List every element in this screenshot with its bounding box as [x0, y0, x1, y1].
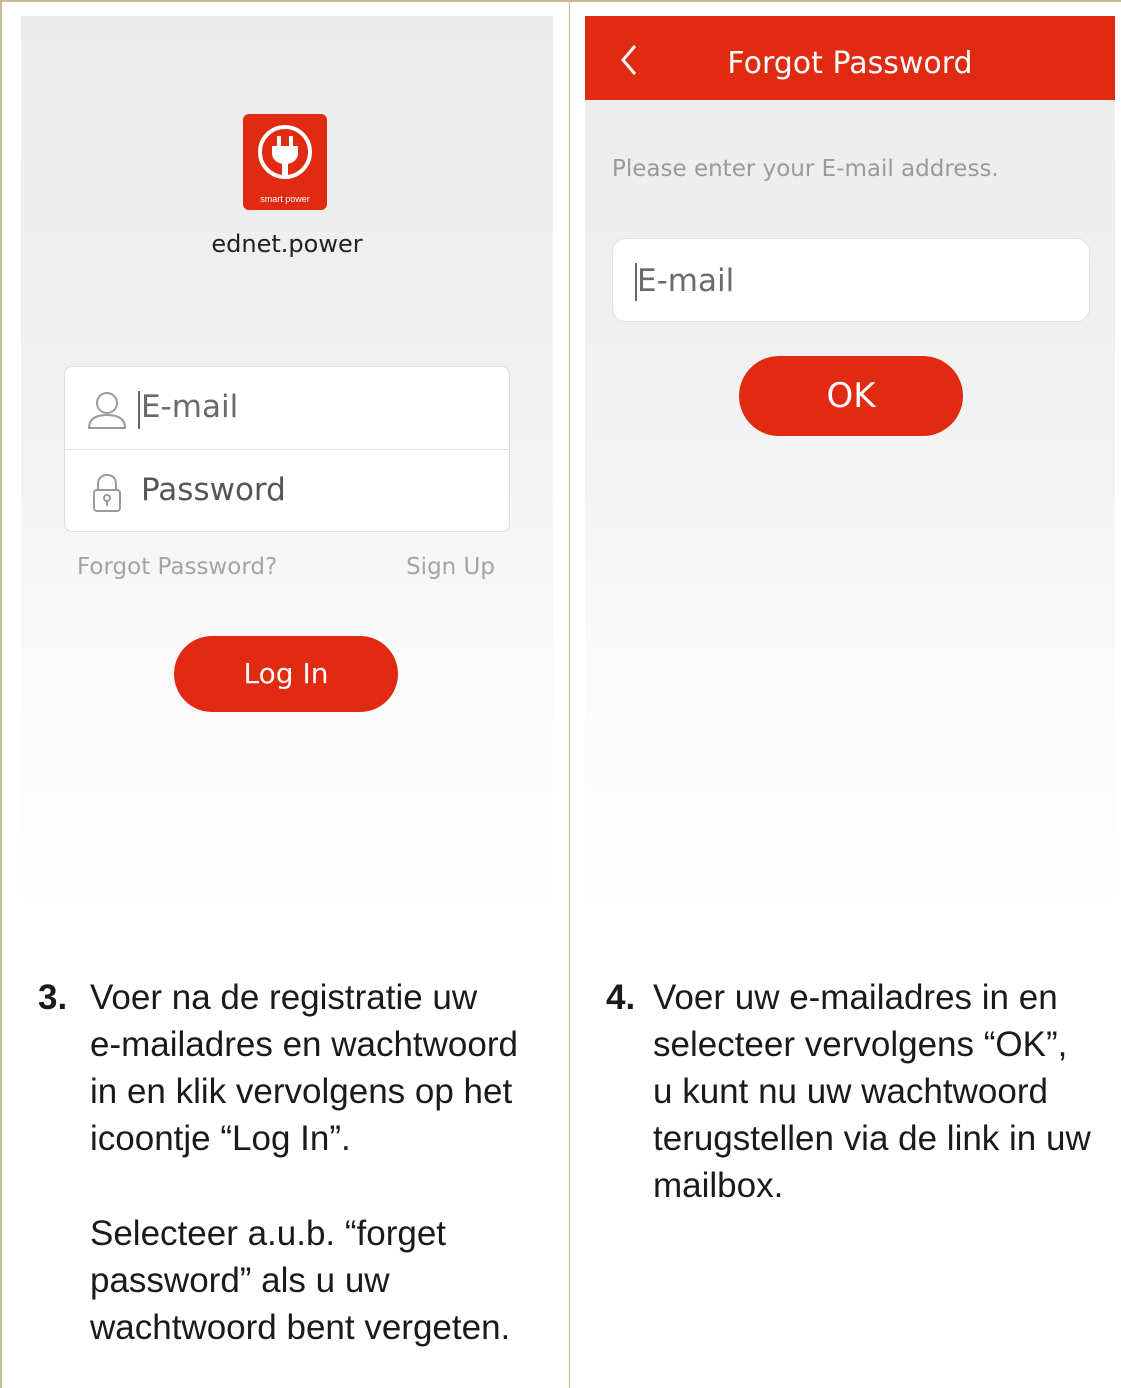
- email-placeholder: E-mail: [637, 263, 735, 299]
- ok-button[interactable]: OK: [739, 356, 963, 436]
- step-number: 4.: [606, 978, 636, 1017]
- email-input[interactable]: E-mail: [612, 238, 1090, 322]
- page-title: Forgot Password: [727, 46, 973, 81]
- table-border-top: [0, 0, 1121, 2]
- password-field[interactable]: Password: [65, 450, 509, 532]
- step-line: mailbox.: [653, 1166, 784, 1205]
- forgot-password-screen: Forgot Password Please enter your E-mail…: [585, 16, 1115, 921]
- forgot-password-link[interactable]: Forgot Password?: [77, 554, 277, 580]
- step-line: icoontje “Log In”.: [90, 1119, 351, 1158]
- step-number: 3.: [38, 978, 68, 1017]
- app-logo: smart power: [243, 114, 327, 210]
- lock-icon: [93, 473, 121, 512]
- step-line: in en klik vervolgens op het: [90, 1072, 513, 1111]
- email-placeholder: E-mail: [141, 389, 239, 425]
- step-line: password” als u uw: [90, 1261, 390, 1300]
- step-line: e-mailadres en wachtwoord: [90, 1025, 518, 1064]
- step-line: Selecteer a.u.b. “forget: [90, 1214, 447, 1253]
- step-3-note: Selecteer a.u.b. “forget password” als u…: [90, 1210, 560, 1351]
- login-screen: smart power ednet.power E-mail Password …: [21, 16, 553, 921]
- text-cursor: [138, 391, 140, 429]
- password-placeholder: Password: [141, 472, 286, 508]
- plug-icon: [258, 125, 312, 179]
- top-bar: Forgot Password: [585, 16, 1115, 100]
- login-button[interactable]: Log In: [174, 636, 398, 712]
- step-line: terugstellen via de link in uw: [653, 1119, 1091, 1158]
- table-border-middle: [569, 0, 570, 1388]
- table-border-left: [0, 0, 2, 1388]
- login-form: E-mail Password: [64, 366, 510, 532]
- step-line: Voer uw e-mailadres in en: [653, 978, 1058, 1017]
- email-field[interactable]: E-mail: [65, 367, 509, 450]
- app-name: ednet.power: [211, 230, 363, 258]
- step-line: Voer na de registratie uw: [90, 978, 478, 1017]
- step-line: selecteer vervolgens “OK”,: [653, 1025, 1068, 1064]
- step-line: u kunt nu uw wachtwoord: [653, 1072, 1048, 1111]
- step-3-text: Voer na de registratie uw e-mailadres en…: [90, 974, 560, 1162]
- logo-text: smart power: [260, 194, 310, 204]
- step-line: wachtwoord bent vergeten.: [90, 1308, 511, 1347]
- instruction-text: Please enter your E-mail address.: [612, 156, 999, 182]
- step-4-text: Voer uw e-mailadres in en selecteer verv…: [653, 974, 1121, 1209]
- sign-up-link[interactable]: Sign Up: [406, 554, 495, 580]
- user-icon: [87, 392, 127, 429]
